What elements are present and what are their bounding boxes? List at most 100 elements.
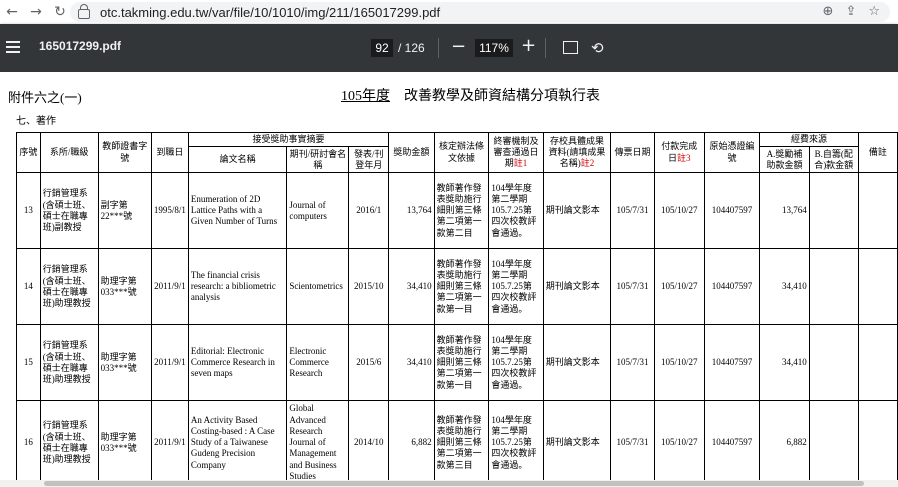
cell-arrival: 2011/9/1 <box>150 400 189 486</box>
header-basis: 核定辦法條文依據 <box>433 131 490 174</box>
cell-paper: An Activity Based Costing-based : A Case… <box>187 400 288 486</box>
cell-fund-b <box>808 324 859 402</box>
page-title: 105年度 改善教學及師資結構分項執行表 <box>341 85 600 105</box>
cell-fund-a: 34,410 <box>759 324 810 402</box>
cell-remark <box>857 400 898 486</box>
cell-paper: Editorial: Electronic Commerce Research … <box>187 324 288 402</box>
cell-pub-date: 2014/10 <box>348 400 390 486</box>
cell-basis: 教師著作發表獎助施行細則第三條第二項第一款第一目 <box>433 248 490 326</box>
header-cert: 教師證書字號 <box>97 131 152 174</box>
cell-archive: 期刊論文影本 <box>542 172 612 250</box>
header-voucher: 原始憑證編號 <box>703 131 761 174</box>
header-fund-b: B.自籌(配合)款金額 <box>808 146 859 174</box>
zoom-icon[interactable]: ⊕ <box>823 4 834 19</box>
cell-archive: 期刊論文影本 <box>542 324 612 402</box>
cell-fund-a: 6,882 <box>759 400 810 486</box>
page-total: / 126 <box>398 41 425 55</box>
cell-cert: 助理字第033***號 <box>97 248 152 326</box>
url-field[interactable]: otc.takming.edu.tw/var/file/10/1010/img/… <box>70 2 890 22</box>
rotate-icon[interactable]: ⟲ <box>591 39 604 57</box>
zoom-out-button[interactable]: − <box>451 36 466 57</box>
pdf-page: 附件六之(一) 105年度 改善教學及師資結構分項執行表 七、著作 序號 系所/… <box>0 72 898 487</box>
cell-archive: 期刊論文影本 <box>542 400 612 486</box>
title-text: 改善教學及師資結構分項執行表 <box>404 89 600 104</box>
cell-pay-date: 105/7/31 <box>610 324 655 402</box>
cell-basis: 教師著作發表獎助施行細則第三條第二項第一款第三目 <box>433 400 490 486</box>
cell-remark <box>857 248 898 326</box>
pdf-toolbar: 165017299.pdf 92 / 126 − 117% + ⟲ <box>0 24 898 72</box>
reload-icon[interactable]: ↻ <box>48 4 72 20</box>
cell-journal: Scientometrics <box>286 248 350 326</box>
cell-voucher: 104407597 <box>703 248 761 326</box>
header-group-funds: 經費來源 <box>759 131 859 148</box>
header-paper-name: 論文名稱 <box>187 146 288 174</box>
attachment-label: 附件六之(一) <box>8 90 82 105</box>
section-heading: 七、著作 <box>16 116 56 127</box>
cell-cert: 助理字第033***號 <box>97 324 152 402</box>
cell-complete: 105/10/27 <box>653 172 705 250</box>
cell-arrival: 1995/8/1 <box>150 172 189 250</box>
header-dept: 系所/職級 <box>39 131 99 174</box>
cell-review: 104學年度第二學期105.7.25第四次校教評會通過。 <box>488 172 544 250</box>
share-icon[interactable]: ⇪ <box>845 4 856 19</box>
page-number-input[interactable]: 92 <box>371 39 393 57</box>
header-journal: 期刊/研討會名稱 <box>286 146 350 174</box>
cell-arrival: 2011/9/1 <box>150 324 189 402</box>
cell-seq: 16 <box>16 400 41 486</box>
table-row: 13 行銷管理系(含碩士班、碩士在職專班)副教授 副字第22***號 1995/… <box>16 172 898 250</box>
pdf-filename: 165017299.pdf <box>39 39 122 53</box>
zoom-in-button[interactable]: + <box>521 35 536 56</box>
cell-review: 104學年度第二學期105.7.25第四次校教評會通過。 <box>488 324 544 402</box>
back-icon[interactable]: ← <box>0 4 24 20</box>
header-seq: 序號 <box>16 131 41 174</box>
cell-cert: 副字第22***號 <box>97 172 152 250</box>
cell-archive: 期刊論文影本 <box>542 248 612 326</box>
cell-remark <box>857 324 898 402</box>
cell-review: 104學年度第二學期105.7.25第四次校教評會通過。 <box>488 400 544 486</box>
bookmark-star-icon[interactable]: ☆ <box>868 4 880 19</box>
header-pub-date: 發表/刊登年月 <box>348 146 390 174</box>
cell-amount: 34,410 <box>388 248 435 326</box>
cell-fund-a: 13,764 <box>759 172 810 250</box>
url-text[interactable]: otc.takming.edu.tw/var/file/10/1010/img/… <box>100 5 440 20</box>
cell-amount: 34,410 <box>388 324 435 402</box>
lock-icon[interactable] <box>78 4 90 19</box>
cell-arrival: 2011/9/1 <box>150 248 189 326</box>
execution-table: 序號 系所/職級 教師證書字號 到職日 接受獎助事實摘要 獎助金額 核定辦法條文… <box>16 131 898 486</box>
cell-cert: 助理字第033***號 <box>97 400 152 486</box>
cell-complete: 105/10/27 <box>653 400 705 486</box>
title-year: 105年度 <box>341 89 390 104</box>
cell-journal: Electronic Commerce Research <box>286 324 350 402</box>
cell-amount: 6,882 <box>388 400 435 486</box>
cell-voucher: 104407597 <box>703 324 761 402</box>
header-pay-date: 傳票日期 <box>610 131 655 174</box>
cell-fund-b <box>808 248 859 326</box>
cell-remark <box>857 172 898 250</box>
table-row: 15 行銷管理系(含碩士班、碩士在職專班)助理教授 助理字第033***號 20… <box>16 324 898 402</box>
cell-pub-date: 2015/10 <box>348 248 390 326</box>
cell-paper: Enumeration of 2D Lattice Paths with a G… <box>187 172 288 250</box>
cell-seq: 14 <box>16 248 41 326</box>
toolbar-divider <box>438 38 439 58</box>
cell-pay-date: 105/7/31 <box>610 172 655 250</box>
header-complete: 付款完成日註3 <box>653 131 705 174</box>
cell-seq: 15 <box>16 324 41 402</box>
cell-review: 104學年度第二學期105.7.25第四次校教評會通過。 <box>488 248 544 326</box>
cell-pub-date: 2016/1 <box>348 172 390 250</box>
cell-dept: 行銷管理系(含碩士班、碩士在職專班)副教授 <box>39 172 99 250</box>
header-remark: 備註 <box>857 131 898 174</box>
cell-pay-date: 105/7/31 <box>610 400 655 486</box>
fit-page-icon[interactable] <box>563 41 578 54</box>
cell-dept: 行銷管理系(含碩士班、碩士在職專班)助理教授 <box>39 248 99 326</box>
header-amount: 獎助金額 <box>388 131 435 174</box>
menu-icon[interactable] <box>6 41 20 53</box>
scrollbar-thumb[interactable] <box>44 481 864 486</box>
header-group-facts: 接受獎助事實摘要 <box>187 131 390 148</box>
horizontal-scrollbar[interactable] <box>0 480 898 487</box>
cell-voucher: 104407597 <box>703 400 761 486</box>
browser-address-bar: ← → ↻ otc.takming.edu.tw/var/file/10/101… <box>0 0 898 24</box>
cell-fund-b <box>808 172 859 250</box>
zoom-level-input[interactable]: 117% <box>475 39 513 57</box>
cell-complete: 105/10/27 <box>653 248 705 326</box>
forward-icon[interactable]: → <box>24 4 48 20</box>
